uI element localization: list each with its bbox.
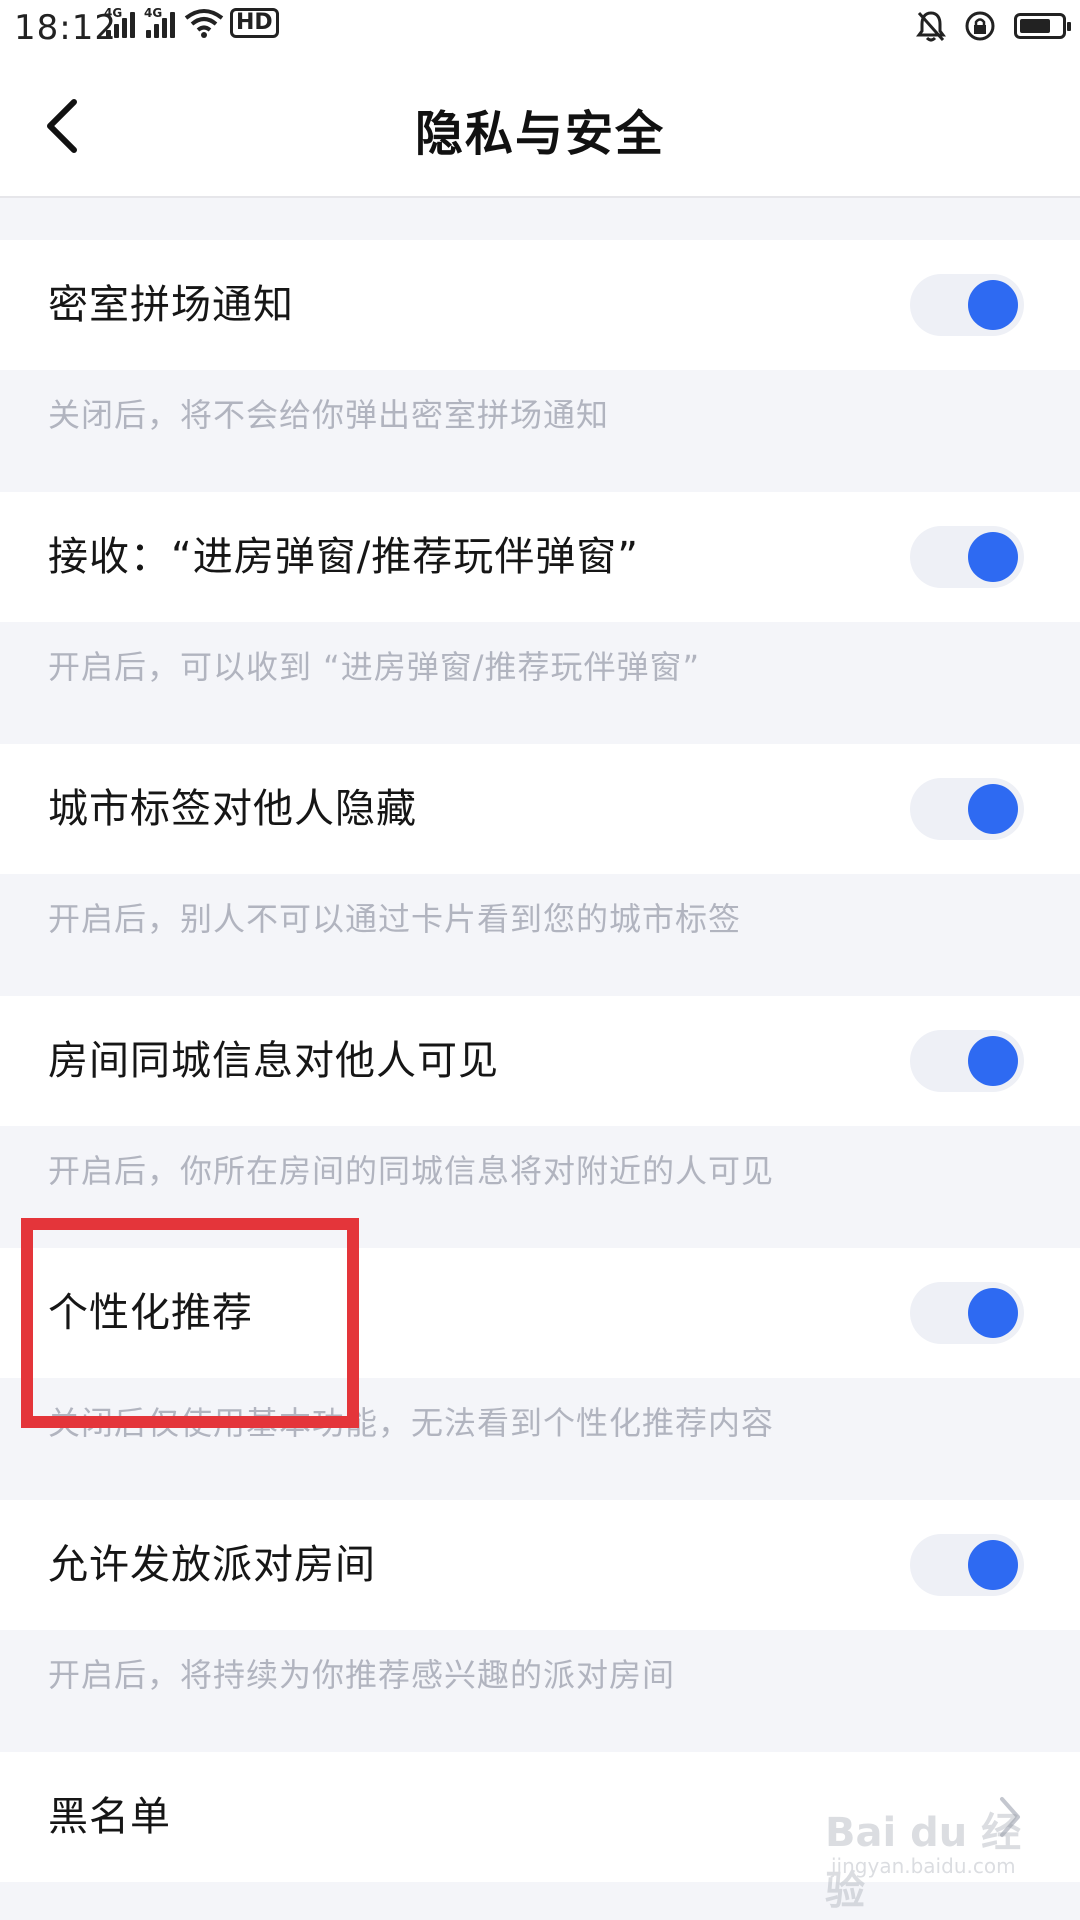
mute-bell-icon [916, 11, 946, 42]
toggle-knob [968, 532, 1018, 582]
wifi-icon [184, 9, 224, 38]
setting-description: 开启后，你所在房间的同城信息将对附近的人可见 [48, 1152, 775, 1190]
blacklist-label: 黑名单 [48, 1794, 171, 1840]
toggle-switch[interactable] [910, 274, 1024, 336]
setting-label: 城市标签对他人隐藏 [48, 786, 417, 832]
watermark: Bai du 经验 jingyan.baidu.com [825, 1800, 1040, 1914]
setting-label: 接收：“进房弹窗/推荐玩伴弹窗” [48, 534, 639, 580]
network-tag: 4G [104, 6, 123, 20]
toggle-switch[interactable] [910, 1030, 1024, 1092]
signal-icon: 4G [144, 6, 178, 38]
page-title: 隐私与安全 [414, 106, 665, 162]
toggle-switch[interactable] [910, 1282, 1024, 1344]
setting-row-escape-room-notice: 密室拼场通知 [0, 240, 1080, 370]
setting-description: 开启后，将持续为你推荐感兴趣的派对房间 [48, 1656, 676, 1694]
status-right-icons [916, 10, 1071, 42]
toggle-switch[interactable] [910, 526, 1024, 588]
status-left-icons: 4G 4G HD [104, 6, 279, 38]
setting-label: 密室拼场通知 [48, 282, 294, 328]
highlight-annotation-box [21, 1218, 359, 1428]
signal-icon: 4G [104, 6, 138, 38]
nav-bar: 隐私与安全 [0, 56, 1080, 198]
battery-icon [1014, 13, 1071, 39]
hd-icon: HD [230, 8, 279, 38]
setting-description: 开启后，可以收到 “进房弹窗/推荐玩伴弹窗” [48, 648, 701, 686]
rotation-lock-icon [965, 11, 995, 41]
toggle-knob [968, 280, 1018, 330]
setting-row-popup-receive: 接收：“进房弹窗/推荐玩伴弹窗” [0, 492, 1080, 622]
setting-label: 允许发放派对房间 [48, 1542, 376, 1588]
network-tag: 4G [144, 6, 163, 20]
watermark-url: jingyan.baidu.com [831, 1854, 1016, 1878]
setting-row-room-city-info: 房间同城信息对他人可见 [0, 996, 1080, 1126]
setting-label: 房间同城信息对他人可见 [48, 1038, 499, 1084]
setting-description: 开启后，别人不可以通过卡片看到您的城市标签 [48, 900, 742, 938]
setting-row-hide-city-tag: 城市标签对他人隐藏 [0, 744, 1080, 874]
setting-description: 关闭后，将不会给你弹出密室拼场通知 [48, 396, 610, 434]
setting-row-party-room: 允许发放派对房间 [0, 1500, 1080, 1630]
toggle-knob [968, 1540, 1018, 1590]
status-bar: 18:12 4G 4G HD [0, 0, 1080, 56]
toggle-switch[interactable] [910, 778, 1024, 840]
toggle-knob [968, 1036, 1018, 1086]
toggle-switch[interactable] [910, 1534, 1024, 1596]
toggle-knob [968, 784, 1018, 834]
toggle-knob [968, 1288, 1018, 1338]
status-time: 18:12 [14, 8, 117, 48]
